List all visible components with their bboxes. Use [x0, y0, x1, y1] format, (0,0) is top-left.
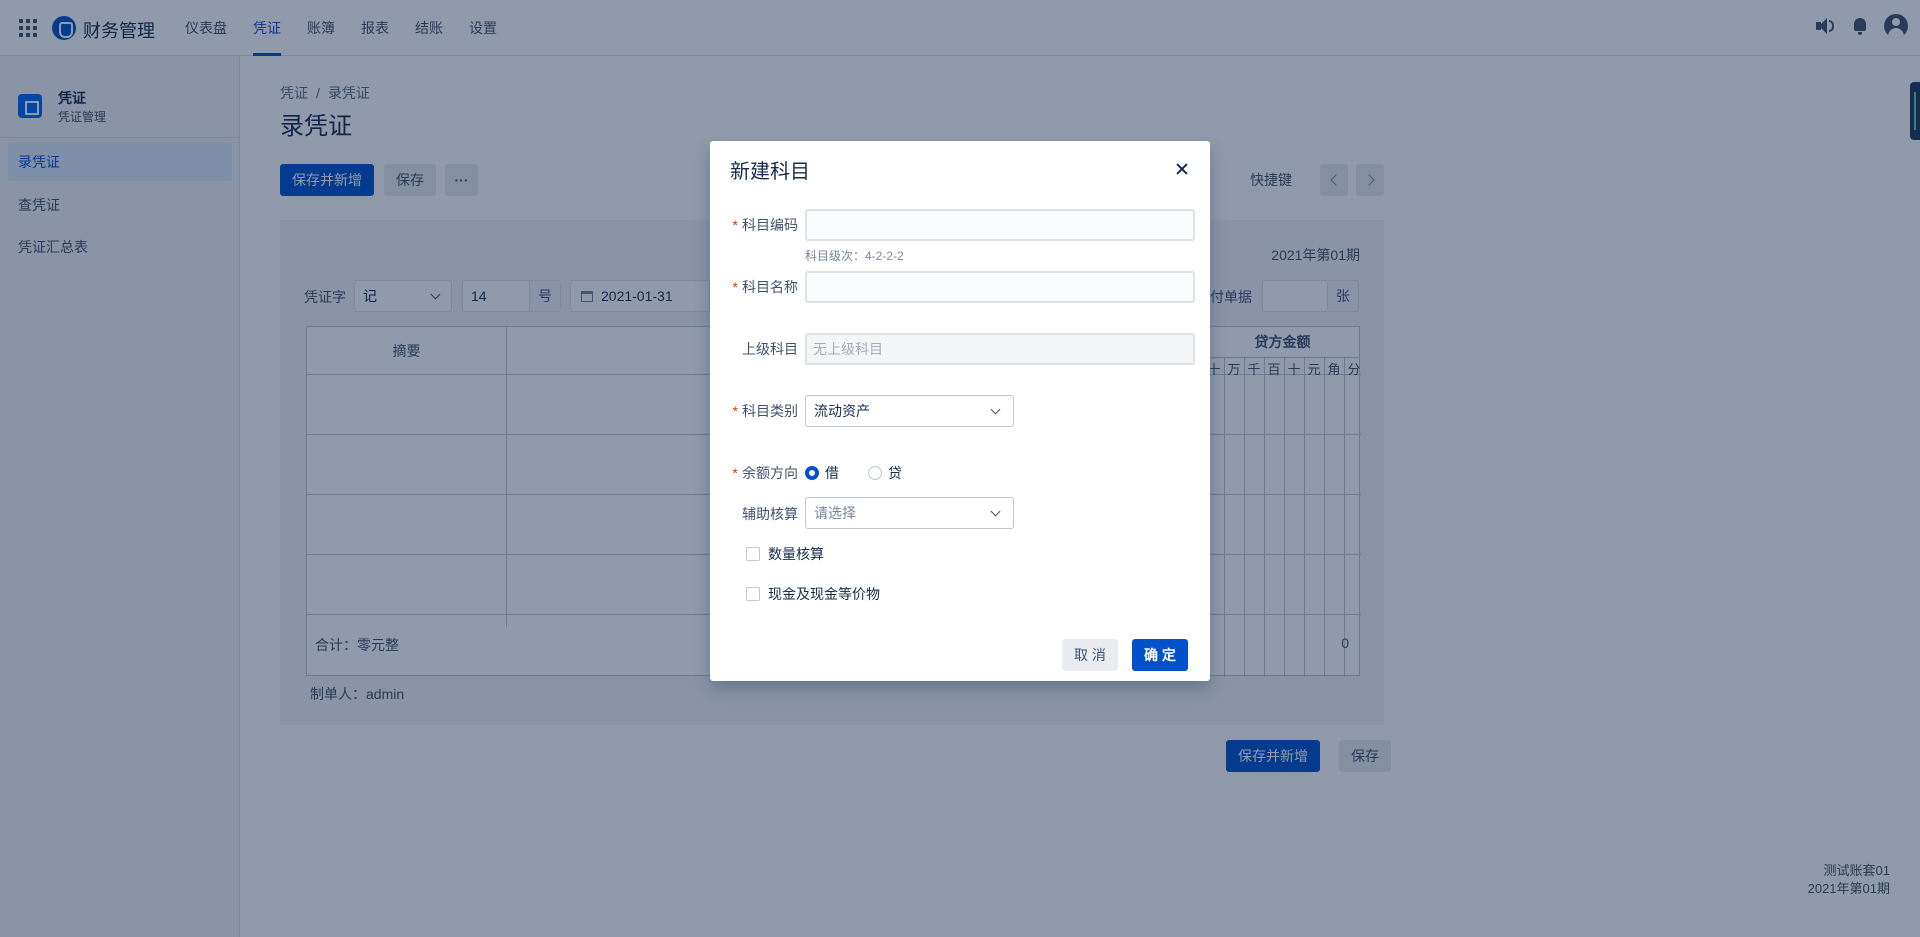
new-account-dialog: 新建科目 * 科目编码 科目级次：4-2-2-2 * 科目名称 上级科目 无上级科目…	[710, 141, 1210, 681]
confirm-button[interactable]: 确 定	[1132, 639, 1188, 671]
balance-direction-label: * 余额方向	[732, 465, 798, 481]
parent-account-label: 上级科目	[742, 341, 798, 357]
close-icon[interactable]	[1174, 161, 1190, 177]
account-name-label: * 科目名称	[732, 279, 798, 295]
chevron-down-icon	[990, 404, 1001, 415]
cancel-button[interactable]: 取 消	[1062, 639, 1118, 671]
required-marker: *	[732, 217, 738, 233]
required-marker: *	[732, 403, 738, 419]
account-code-input[interactable]	[805, 209, 1195, 241]
parent-account-input: 无上级科目	[805, 333, 1195, 365]
quantity-accounting-checkbox[interactable]: 数量核算	[746, 544, 824, 564]
account-name-input[interactable]	[805, 271, 1195, 303]
auxiliary-accounting-label: 辅助核算	[742, 506, 798, 522]
direction-credit-radio[interactable]: 贷	[868, 463, 902, 483]
cash-equivalent-checkbox[interactable]: 现金及现金等价物	[746, 584, 880, 604]
account-category-select[interactable]: 流动资产	[805, 395, 1014, 427]
radio-dot	[868, 466, 882, 480]
checkbox-box	[746, 547, 760, 561]
account-category-label: * 科目类别	[732, 403, 798, 419]
required-marker: *	[732, 465, 738, 481]
direction-debit-radio[interactable]: 借	[805, 463, 839, 483]
auxiliary-accounting-select[interactable]: 请选择	[805, 497, 1014, 529]
checkbox-box	[746, 587, 760, 601]
account-code-hint: 科目级次：4-2-2-2	[805, 249, 904, 263]
chevron-down-icon	[990, 506, 1001, 517]
required-marker: *	[732, 279, 738, 295]
radio-dot	[805, 466, 819, 480]
account-code-label: * 科目编码	[732, 217, 798, 233]
dialog-title: 新建科目	[730, 161, 810, 183]
